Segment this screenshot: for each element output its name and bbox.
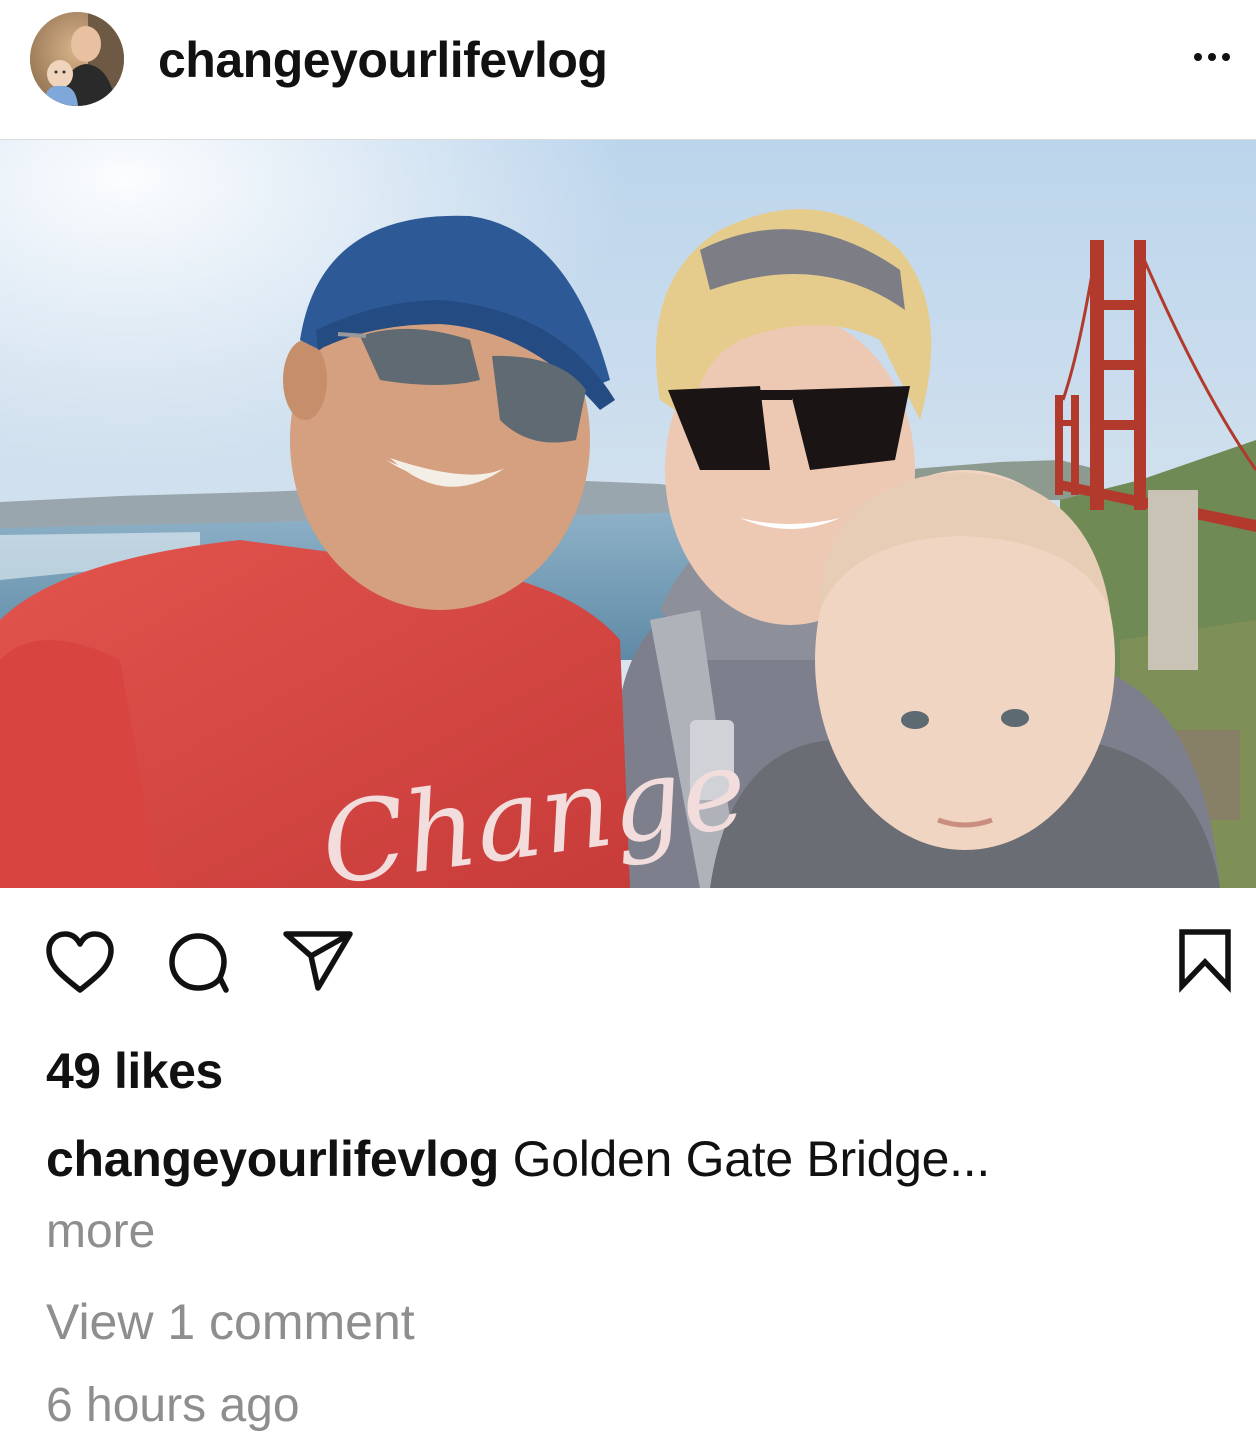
- save-button[interactable]: [1176, 928, 1234, 994]
- comment-button[interactable]: [164, 930, 232, 996]
- post-image: Change: [0, 140, 1256, 888]
- post-username[interactable]: changeyourlifevlog: [158, 28, 608, 92]
- caption-username[interactable]: changeyourlifevlog: [46, 1131, 499, 1187]
- likes-count[interactable]: 49 likes: [46, 1038, 223, 1104]
- caption: changeyourlifevlog Golden Gate Bridge...: [46, 1126, 990, 1192]
- avatar-image: [30, 12, 124, 106]
- bookmark-icon: [1179, 929, 1231, 993]
- share-button[interactable]: [282, 928, 354, 994]
- like-button[interactable]: [44, 930, 116, 996]
- post-header: changeyourlifevlog: [0, 0, 1256, 140]
- more-options-icon: [1194, 53, 1230, 61]
- send-icon: [283, 931, 353, 991]
- action-bar: [0, 888, 1256, 1028]
- avatar[interactable]: [30, 12, 124, 106]
- post-timestamp: 6 hours ago: [46, 1379, 300, 1432]
- comment-icon: [169, 933, 229, 993]
- post-photo[interactable]: Change: [0, 140, 1256, 888]
- caption-more-link[interactable]: more: [46, 1200, 155, 1264]
- view-comments-link[interactable]: View 1 comment: [46, 1290, 415, 1354]
- caption-text: Golden Gate Bridge...: [499, 1131, 991, 1187]
- more-options-button[interactable]: [1188, 42, 1238, 72]
- heart-icon: [46, 931, 114, 993]
